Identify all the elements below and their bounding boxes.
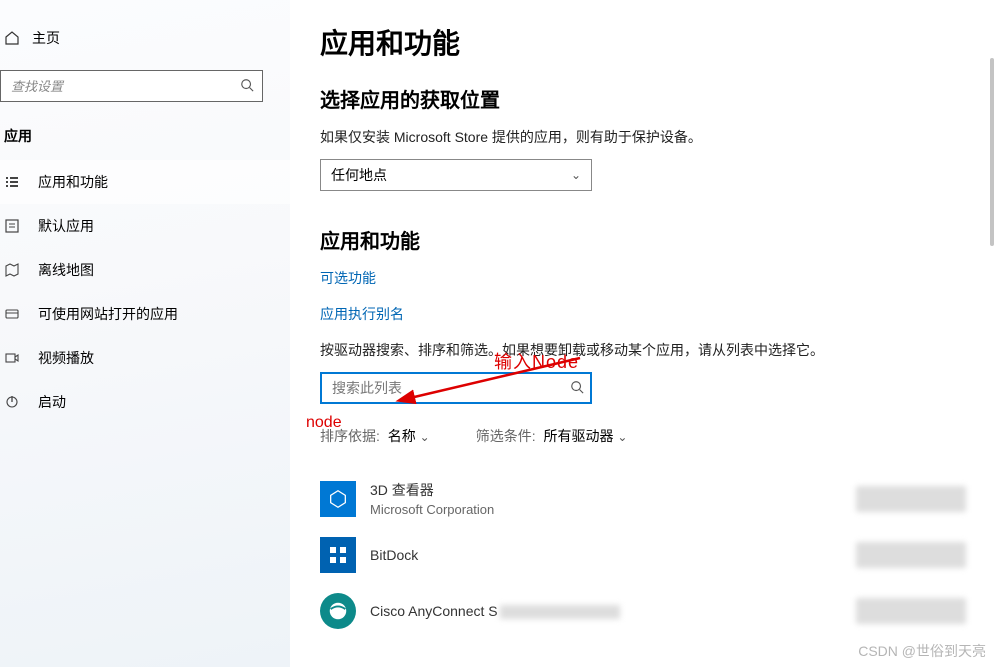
- map-icon: [4, 262, 20, 278]
- section-heading: 选择应用的获取位置: [320, 84, 966, 113]
- app-name: BitDock: [370, 547, 418, 563]
- home-icon: [4, 30, 20, 46]
- app-search-input[interactable]: [332, 380, 570, 396]
- scrollbar[interactable]: [990, 58, 994, 246]
- app-publisher: Microsoft Corporation: [370, 502, 494, 517]
- app-list-item[interactable]: 3D 查看器 Microsoft Corporation: [320, 470, 966, 527]
- sidebar-item-video-playback[interactable]: 视频播放: [0, 336, 290, 380]
- sidebar-item-apps-for-websites[interactable]: 可使用网站打开的应用: [0, 292, 290, 336]
- sidebar-item-startup[interactable]: 启动: [0, 380, 290, 424]
- section-heading: 应用和功能: [320, 225, 966, 254]
- watermark: CSDN @世俗到天亮: [858, 641, 986, 661]
- sidebar-item-apps-features[interactable]: 应用和功能: [0, 160, 290, 204]
- filter-by[interactable]: 筛选条件: 所有驱动器 ⌄: [476, 426, 628, 446]
- section-install-location: 选择应用的获取位置 如果仅安装 Microsoft Store 提供的应用，则有…: [320, 84, 966, 191]
- chevron-down-icon: ⌄: [617, 430, 627, 444]
- app-icon: [320, 593, 356, 629]
- home-link[interactable]: 主页: [0, 20, 290, 56]
- install-location-dropdown[interactable]: 任何地点 ⌄: [320, 159, 592, 191]
- sidebar-item-label: 视频播放: [38, 348, 94, 368]
- sidebar-item-label: 离线地图: [38, 260, 94, 280]
- app-name: Cisco AnyConnect S: [370, 603, 620, 619]
- app-size-blurred: [856, 486, 966, 512]
- dropdown-value: 任何地点: [331, 165, 387, 185]
- section-apps-features: 应用和功能 可选功能 应用执行别名 按驱动器搜索、排序和筛选。如果想要卸载或移动…: [320, 225, 966, 639]
- app-size-blurred: [856, 598, 966, 624]
- app-name: 3D 查看器: [370, 480, 494, 500]
- app-icon: [320, 537, 356, 573]
- app-list-item[interactable]: BitDock: [320, 527, 966, 583]
- home-label: 主页: [32, 28, 60, 48]
- default-icon: [4, 218, 20, 234]
- app-size-blurred: [856, 542, 966, 568]
- sidebar-item-label: 默认应用: [38, 216, 94, 236]
- apps-description: 按驱动器搜索、排序和筛选。如果想要卸载或移动某个应用，请从列表中选择它。: [320, 340, 850, 360]
- video-icon: [4, 350, 20, 366]
- link-icon: [4, 306, 20, 322]
- section-description: 如果仅安装 Microsoft Store 提供的应用，则有助于保护设备。: [320, 127, 966, 147]
- app-icon: [320, 481, 356, 517]
- startup-icon: [4, 394, 20, 410]
- app-search-box[interactable]: [320, 372, 592, 404]
- sidebar-category-apps: 应用: [0, 112, 290, 160]
- search-icon: [570, 380, 584, 397]
- page-title: 应用和功能: [320, 22, 966, 62]
- search-icon: [240, 78, 256, 95]
- chevron-down-icon: ⌄: [571, 168, 581, 182]
- main-content: 应用和功能 选择应用的获取位置 如果仅安装 Microsoft Store 提供…: [290, 0, 996, 667]
- annotation-input-node: 输入Node: [494, 348, 579, 374]
- annotation-node: node: [306, 414, 342, 432]
- link-app-aliases[interactable]: 应用执行别名: [320, 304, 966, 324]
- link-optional-features[interactable]: 可选功能: [320, 268, 966, 288]
- sidebar-item-default-apps[interactable]: 默认应用: [0, 204, 290, 248]
- settings-search-input[interactable]: [11, 79, 240, 94]
- app-list-item[interactable]: Cisco AnyConnect S: [320, 583, 966, 639]
- app-list: 3D 查看器 Microsoft Corporation BitDock: [320, 470, 966, 639]
- sort-filter-row: 排序依据: 名称 ⌄ 筛选条件: 所有驱动器 ⌄: [320, 426, 966, 446]
- sidebar-item-label: 启动: [38, 392, 66, 412]
- sidebar-item-label: 可使用网站打开的应用: [38, 304, 178, 324]
- sidebar-item-offline-maps[interactable]: 离线地图: [0, 248, 290, 292]
- chevron-down-icon: ⌄: [420, 430, 430, 444]
- sidebar-item-label: 应用和功能: [38, 172, 108, 192]
- settings-search-box[interactable]: [0, 70, 263, 102]
- settings-sidebar: 主页 应用 应用和功能 默认应用 离线地图 可使用网站打开的应用 视频播放: [0, 0, 290, 667]
- list-icon: [4, 174, 20, 190]
